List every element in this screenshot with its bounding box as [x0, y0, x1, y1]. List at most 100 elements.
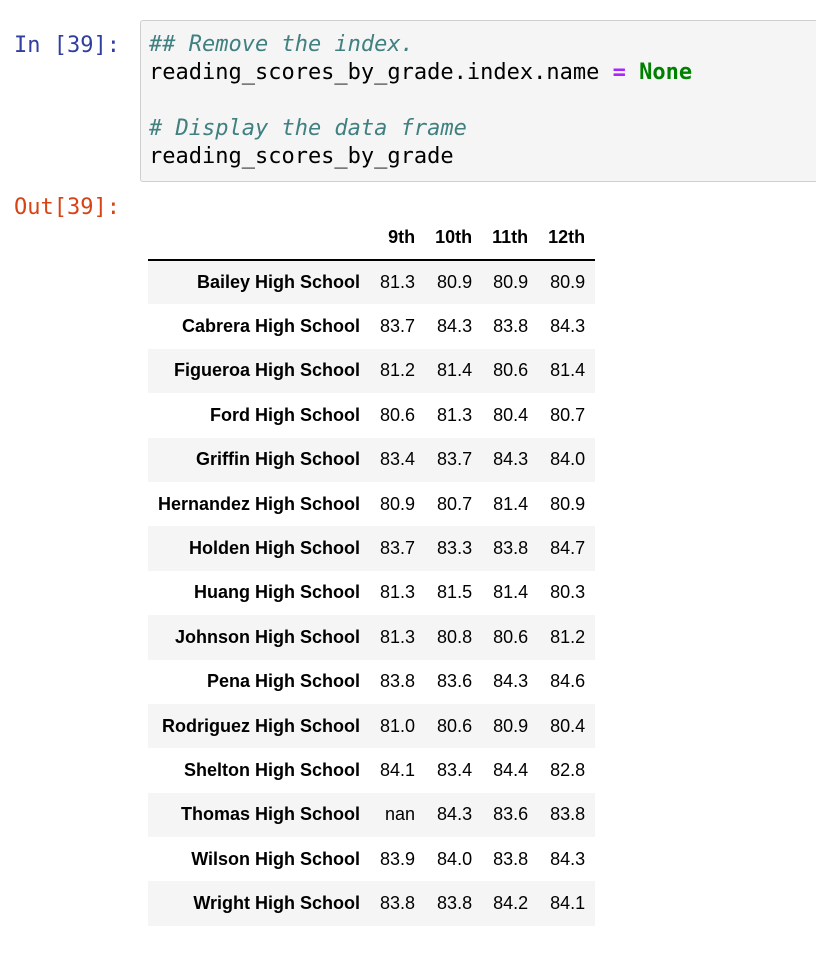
table-row: Hernandez High School 80.9 80.7 81.4 80.9 [148, 482, 595, 526]
table-cell: 81.3 [380, 626, 416, 647]
table-cell: 80.6 [493, 626, 529, 647]
code-line-2: reading_scores_by_grade.index.name = Non… [149, 59, 692, 87]
table-cell: 81.4 [493, 582, 529, 603]
table-cell: 84.3 [550, 316, 586, 337]
code-statement: reading_scores_by_grade [149, 144, 454, 169]
row-index-label: Thomas High School [181, 804, 361, 825]
row-index-label: Shelton High School [184, 759, 361, 780]
table-cell: 83.8 [437, 893, 473, 914]
table-cell: 84.3 [493, 671, 529, 692]
table-cell: 82.8 [550, 759, 586, 780]
table-cell: 83.8 [550, 804, 586, 825]
table-cell: 80.3 [550, 582, 586, 603]
table-row: Shelton High School 84.1 83.4 84.4 82.8 [148, 748, 595, 792]
row-index-label: Pena High School [207, 671, 361, 692]
code-line-1: ## Remove the index. [149, 31, 414, 59]
index-header [148, 216, 371, 261]
table-cell: 83.3 [437, 538, 473, 559]
table-cell: 80.9 [550, 493, 586, 514]
row-index-label: Rodriguez High School [162, 715, 361, 736]
table-cell: 84.3 [493, 449, 529, 470]
table-cell: 80.4 [493, 404, 529, 425]
table-cell: 83.8 [493, 538, 529, 559]
table-cell: 83.7 [380, 538, 416, 559]
table-row: Holden High School 83.7 83.3 83.8 84.7 [148, 526, 596, 571]
row-index-label: Cabrera High School [182, 316, 361, 337]
table-cell: 84.7 [550, 538, 586, 559]
row-index-label: Johnson High School [175, 626, 361, 647]
table-cell: 84.3 [437, 804, 473, 825]
table-row: Pena High School 83.8 83.6 84.3 84.6 [148, 660, 595, 704]
table-row: Griffin High School 83.4 83.7 84.3 84.0 [148, 437, 596, 482]
table-row: Ford High School 80.6 81.3 80.4 80.7 [148, 393, 595, 437]
table-cell: 83.8 [380, 893, 416, 914]
table-row: Bailey High School 81.3 80.9 80.9 80.9 [148, 260, 596, 305]
table-cell: 83.7 [437, 449, 473, 470]
table-cell: 81.0 [380, 715, 416, 736]
table-cell: 83.6 [493, 804, 529, 825]
row-index-label: Huang High School [194, 582, 361, 603]
table-cell: 81.4 [550, 360, 586, 381]
table-cell: 80.6 [380, 404, 416, 425]
row-index-label: Hernandez High School [158, 493, 361, 514]
table-cell: 84.6 [550, 671, 586, 692]
code-line-4: # Display the data frame [149, 115, 467, 143]
output-prompt: Out[39]: [14, 195, 120, 220]
table-cell: 84.4 [493, 759, 529, 780]
table-cell: 84.0 [437, 848, 473, 869]
table-cell: 83.8 [493, 316, 529, 337]
table-cell: 80.9 [550, 272, 586, 293]
table-row: Wilson High School 83.9 84.0 83.8 84.3 [148, 837, 595, 881]
table-cell: 80.4 [550, 715, 586, 736]
row-index-label: Griffin High School [196, 449, 361, 470]
code-cell-input[interactable]: ## Remove the index. reading_scores_by_g… [140, 20, 816, 182]
table-header-row: 9th 10th 11th 12th [148, 216, 596, 261]
table-cell: 81.5 [437, 582, 473, 603]
column-header: 12th [538, 216, 596, 261]
table-cell: 80.6 [437, 715, 473, 736]
table-row: Cabrera High School 83.7 84.3 83.8 84.3 [148, 304, 595, 348]
table-cell: 84.3 [550, 848, 586, 869]
table-cell: 81.4 [493, 493, 529, 514]
table-cell: 84.0 [550, 449, 586, 470]
table-cell: 83.4 [437, 759, 473, 780]
code-operator: = [612, 60, 626, 85]
table-cell: 84.3 [437, 316, 473, 337]
input-prompt: In [39]: [14, 33, 120, 58]
table-cell: 83.6 [437, 671, 473, 692]
row-index-label: Holden High School [189, 538, 361, 559]
table-row: Johnson High School 81.3 80.8 80.6 81.2 [148, 615, 596, 660]
table-cell: 80.9 [493, 272, 529, 293]
row-index-label: Bailey High School [197, 272, 361, 293]
table-cell: 80.8 [437, 626, 473, 647]
table-cell: 80.6 [493, 360, 529, 381]
table-cell: 81.3 [437, 404, 473, 425]
table-cell: 81.3 [380, 582, 416, 603]
table-cell: 81.2 [550, 626, 586, 647]
table-cell: 80.9 [437, 272, 473, 293]
table-cell: 80.7 [550, 404, 586, 425]
table-cell: 83.9 [380, 848, 416, 869]
column-header: 10th [425, 216, 483, 261]
table-cell: nan [385, 804, 416, 825]
table-row: Figueroa High School 81.2 81.4 80.6 81.4 [148, 348, 596, 394]
table-cell: 84.1 [550, 893, 586, 914]
dataframe-table: 9th 10th 11th 12th Bailey High School 81.… [148, 216, 596, 926]
row-index-label: Ford High School [210, 404, 361, 425]
table-cell: 80.9 [493, 715, 529, 736]
table-cell: 81.4 [437, 360, 473, 381]
table-cell: 80.7 [437, 493, 473, 514]
code-statement: reading_scores_by_grade.index.name [149, 60, 613, 85]
code-keyword: None [639, 60, 693, 85]
table-cell: 81.2 [380, 360, 416, 381]
table-cell: 83.8 [380, 671, 416, 692]
table-cell: 83.4 [380, 449, 416, 470]
code-comment: # Display the data frame [149, 116, 467, 141]
column-header: 9th [370, 216, 426, 261]
table-cell: 80.9 [380, 493, 416, 514]
table-row: Rodriguez High School 81.0 80.6 80.9 80.4 [148, 703, 596, 749]
column-header: 11th [482, 216, 539, 261]
code-comment: ## Remove the index. [149, 32, 414, 57]
table-row: Huang High School 81.3 81.5 81.4 80.3 [148, 571, 595, 615]
table-cell: 84.2 [493, 893, 529, 914]
